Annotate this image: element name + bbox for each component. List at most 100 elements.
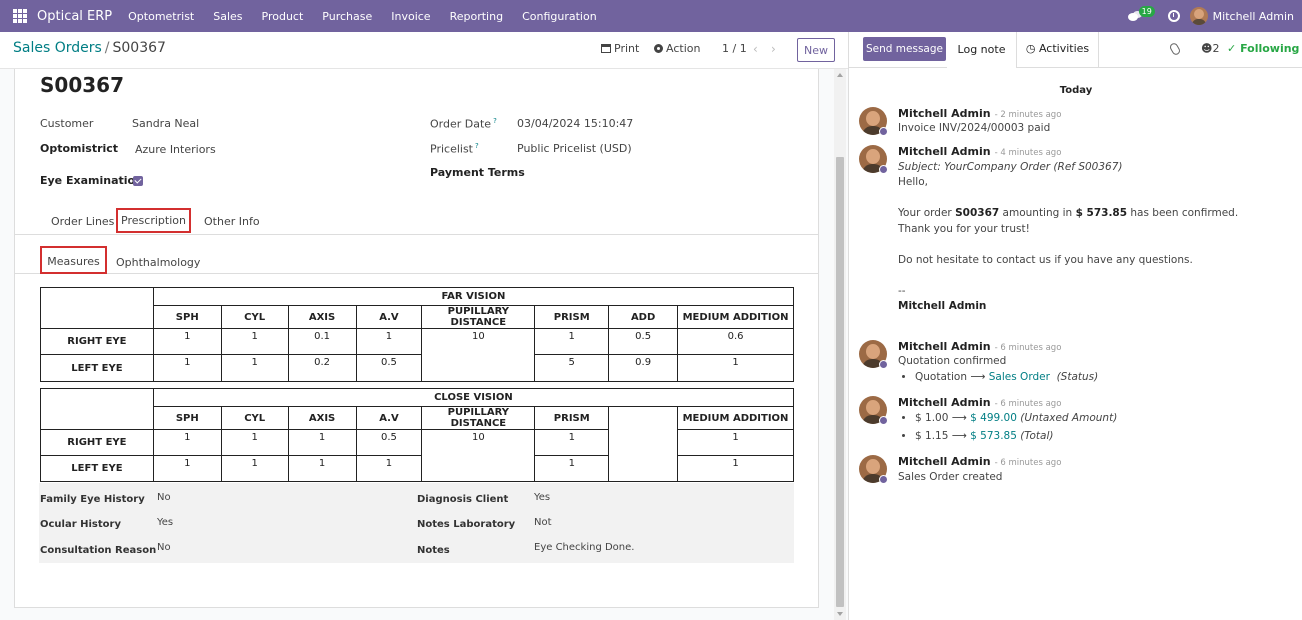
far-left-prism[interactable]: 5: [534, 354, 610, 382]
apps-grid-icon[interactable]: [13, 9, 27, 23]
chat-icon[interactable]: 19: [1127, 5, 1155, 22]
col-header: MEDIUM ADDITION: [677, 406, 794, 430]
ocular-history-field[interactable]: Yes: [157, 517, 173, 528]
far-left-cyl[interactable]: 1: [220, 354, 289, 382]
following-button[interactable]: ✓ Following: [1227, 42, 1299, 55]
chevron-left-icon[interactable]: ‹: [753, 42, 758, 56]
gear-icon: [654, 44, 663, 53]
close-left-axis[interactable]: 1: [287, 455, 357, 482]
chat-badge: 19: [1138, 5, 1155, 17]
close-right-medium[interactable]: 1: [677, 429, 794, 456]
far-right-av[interactable]: 1: [355, 328, 423, 355]
status-dot: [879, 360, 888, 369]
tab-measures[interactable]: Measures: [40, 246, 107, 274]
customer-field[interactable]: Sandra Neal: [132, 117, 199, 130]
followers-button[interactable]: ☻2: [1201, 42, 1219, 55]
far-right-prism[interactable]: 1: [534, 328, 610, 355]
close-left-av[interactable]: 1: [355, 455, 423, 482]
far-pupillary-distance[interactable]: 10: [421, 328, 536, 382]
eye-examination-checkbox[interactable]: [133, 176, 143, 186]
far-left-sph[interactable]: 1: [152, 354, 222, 382]
far-right-sph[interactable]: 1: [152, 328, 222, 355]
notes-laboratory-field[interactable]: Not: [534, 517, 552, 528]
far-vision-table: FAR VISION SPH CYL AXIS A.V PUPILLARY DI…: [40, 287, 795, 382]
close-right-axis[interactable]: 1: [287, 429, 357, 456]
user-icon: ☻: [1201, 42, 1213, 55]
far-right-cyl[interactable]: 1: [220, 328, 289, 355]
close-right-prism[interactable]: 1: [534, 429, 610, 456]
check-icon: ✓: [1227, 42, 1237, 55]
log-note-button[interactable]: Log note: [947, 32, 1017, 68]
menu-sales[interactable]: Sales: [213, 10, 242, 23]
tab-ophthalmology[interactable]: Ophthalmology: [116, 249, 200, 273]
scroll-up-icon[interactable]: [837, 73, 843, 77]
notes-field[interactable]: Eye Checking Done.: [534, 542, 634, 553]
order-date-field[interactable]: 03/04/2024 15:10:47: [517, 117, 633, 130]
breadcrumb-parent[interactable]: Sales Orders: [13, 40, 102, 56]
menu-purchase[interactable]: Purchase: [322, 10, 372, 23]
menu-product[interactable]: Product: [262, 10, 304, 23]
top-navbar: Optical ERP Optometrist Sales Product Pu…: [0, 0, 1302, 32]
app-brand[interactable]: Optical ERP: [37, 9, 112, 24]
tab-other-info[interactable]: Other Info: [204, 210, 260, 234]
message-body: Sales Order created: [898, 471, 1003, 483]
row-label-right-eye: RIGHT EYE: [40, 429, 154, 456]
paperclip-icon[interactable]: [1168, 41, 1182, 57]
pricelist-field[interactable]: Public Pricelist (USD): [517, 142, 632, 155]
help-icon[interactable]: ?: [475, 142, 479, 150]
user-avatar[interactable]: [1189, 7, 1208, 25]
user-name[interactable]: Mitchell Admin: [1213, 10, 1294, 23]
close-right-sph[interactable]: 1: [152, 429, 222, 456]
print-button[interactable]: Print: [601, 42, 639, 55]
far-right-axis[interactable]: 0.1: [287, 328, 357, 355]
chevron-right-icon[interactable]: ›: [771, 42, 776, 56]
far-left-medium[interactable]: 1: [677, 354, 794, 382]
activities-button[interactable]: ◷ Activities: [1017, 32, 1099, 68]
close-left-medium[interactable]: 1: [677, 455, 794, 482]
clock-icon[interactable]: [1167, 10, 1180, 22]
message-confirmation: Your order S00367 amounting in $ 573.85 …: [898, 207, 1239, 219]
new-button[interactable]: New: [797, 38, 835, 62]
consultation-reason-field[interactable]: No: [157, 542, 171, 553]
help-icon[interactable]: ?: [493, 117, 497, 125]
close-right-cyl[interactable]: 1: [220, 429, 289, 456]
scrollbar-thumb[interactable]: [836, 157, 844, 607]
col-header: ADD: [608, 305, 679, 329]
menu-invoice[interactable]: Invoice: [391, 10, 430, 23]
close-left-sph[interactable]: 1: [152, 455, 222, 482]
menu-optometrist[interactable]: Optometrist: [128, 10, 194, 23]
far-right-medium[interactable]: 0.6: [677, 328, 794, 355]
family-history-field[interactable]: No: [157, 492, 171, 503]
menu-configuration[interactable]: Configuration: [522, 10, 597, 23]
diagnosis-client-field[interactable]: Yes: [534, 492, 550, 503]
close-pupillary-distance[interactable]: 10: [421, 429, 536, 482]
action-button[interactable]: Action: [654, 42, 700, 55]
close-left-cyl[interactable]: 1: [220, 455, 289, 482]
far-left-axis[interactable]: 0.2: [287, 354, 357, 382]
optometrist-label: Optomistrict: [40, 142, 119, 155]
col-header: A.V: [355, 406, 423, 430]
far-right-add[interactable]: 0.5: [608, 328, 679, 355]
tab-order-lines[interactable]: Order Lines: [51, 210, 114, 234]
far-left-av[interactable]: 0.5: [355, 354, 423, 382]
message-time: - 4 minutes ago: [994, 148, 1062, 158]
scroll-down-icon[interactable]: [837, 612, 843, 616]
menu-reporting[interactable]: Reporting: [450, 10, 503, 23]
col-header: PUPILLARY DISTANCE: [421, 305, 536, 329]
tab-prescription[interactable]: Prescription: [116, 208, 191, 233]
form-scrollbar[interactable]: [834, 69, 846, 620]
row-label-left-eye: LEFT EYE: [40, 354, 154, 382]
far-left-add[interactable]: 0.9: [608, 354, 679, 382]
form-sheet: S00367 Customer Sandra Neal Optomistrict…: [14, 69, 819, 608]
close-right-av[interactable]: 0.5: [355, 429, 423, 456]
optometrist-field[interactable]: Azure Interiors: [135, 143, 216, 156]
tracking-change: $ 1.00 ⟶ $ 499.00 (Untaxed Amount): [898, 412, 1117, 424]
send-message-button[interactable]: Send message: [863, 37, 946, 61]
row-label-right-eye: RIGHT EYE: [40, 328, 154, 355]
consultation-reason-label: Consultation Reason: [40, 545, 157, 556]
breadcrumb-separator: /: [104, 40, 110, 56]
pager-value[interactable]: 1 / 1: [722, 42, 747, 55]
close-left-prism[interactable]: 1: [534, 455, 610, 482]
close-corner-cell: [40, 388, 154, 430]
following-label: Following: [1240, 42, 1300, 55]
